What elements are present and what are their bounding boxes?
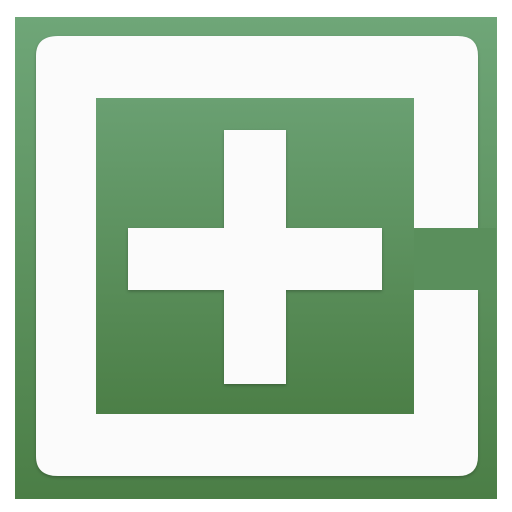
- notch-bar: [414, 228, 496, 290]
- app-icon[interactable]: [0, 0, 512, 512]
- app-icon-graphic: [15, 17, 497, 499]
